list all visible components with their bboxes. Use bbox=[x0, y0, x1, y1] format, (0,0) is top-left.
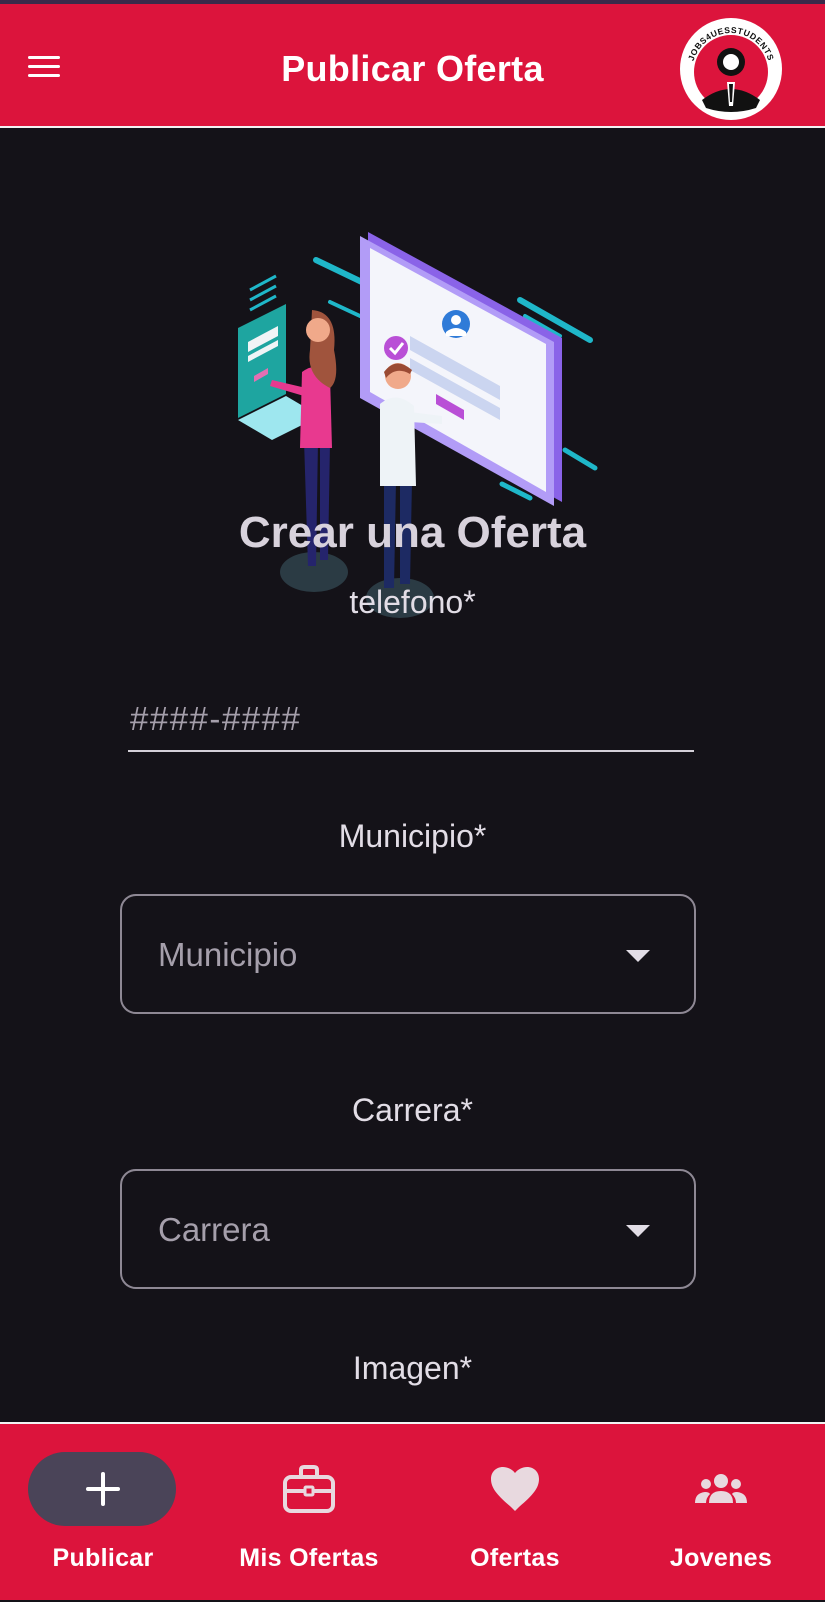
municipio-label: Municipio* bbox=[338, 818, 487, 854]
carrera-selected-value: Carrera bbox=[158, 1211, 270, 1248]
nav-item-publicar[interactable]: Publicar bbox=[0, 1424, 206, 1602]
carrera-label: Carrera* bbox=[352, 1092, 473, 1128]
bottom-navigation: Publicar Mis Ofertas Ofertas Jovenes bbox=[0, 1422, 825, 1600]
dropdown-caret-icon bbox=[626, 1225, 650, 1237]
telefono-input[interactable] bbox=[128, 670, 694, 752]
nav-item-ofertas[interactable]: Ofertas bbox=[412, 1424, 618, 1602]
nav-item-mis-ofertas[interactable]: Mis Ofertas bbox=[206, 1424, 412, 1602]
app-bar: Publicar Oferta JOBS4UESSTUDENTS bbox=[0, 4, 825, 128]
dropdown-caret-icon bbox=[626, 950, 650, 962]
municipio-selected-value: Municipio bbox=[158, 936, 298, 973]
nav-label-publicar: Publicar bbox=[52, 1544, 154, 1572]
telefono-label: telefono* bbox=[349, 584, 476, 620]
nav-item-jovenes[interactable]: Jovenes bbox=[618, 1424, 824, 1602]
plus-icon bbox=[86, 1472, 120, 1506]
heart-icon bbox=[491, 1467, 539, 1511]
job-offer-illustration bbox=[238, 232, 598, 618]
app-logo: JOBS4UESSTUDENTS bbox=[680, 18, 782, 120]
nav-label-jovenes: Jovenes bbox=[669, 1544, 773, 1572]
briefcase-icon bbox=[283, 1465, 335, 1513]
carrera-dropdown[interactable]: Carrera bbox=[120, 1169, 696, 1289]
imagen-label: Imagen* bbox=[352, 1350, 473, 1386]
nav-label-ofertas: Ofertas bbox=[470, 1544, 560, 1572]
municipio-dropdown[interactable]: Municipio bbox=[120, 894, 696, 1014]
nav-label-mis-ofertas: Mis Ofertas bbox=[239, 1544, 379, 1572]
form-heading: Crear una Oferta bbox=[238, 508, 587, 557]
form-scroll-area[interactable]: Crear una Oferta telefono* Municipio* Mu… bbox=[0, 130, 825, 1422]
group-icon bbox=[695, 1474, 747, 1503]
